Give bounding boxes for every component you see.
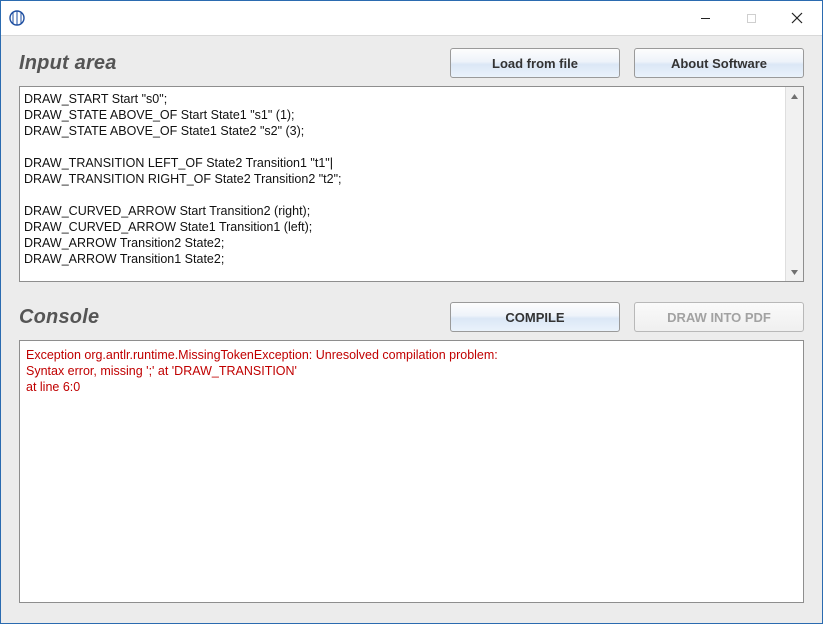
console-header: Console COMPILE DRAW INTO PDF	[19, 302, 804, 332]
console-title: Console	[19, 306, 99, 329]
scroll-up-icon[interactable]	[786, 87, 803, 105]
minimize-button[interactable]	[682, 3, 728, 33]
input-scrollbar[interactable]	[785, 87, 803, 281]
console-header-buttons: COMPILE DRAW INTO PDF	[450, 302, 804, 332]
console-output: Exception org.antlr.runtime.MissingToken…	[19, 340, 804, 603]
scroll-track[interactable]	[786, 105, 803, 263]
input-header-buttons: Load from file About Software	[450, 48, 804, 78]
input-textarea[interactable]: DRAW_START Start "s0"; DRAW_STATE ABOVE_…	[20, 87, 785, 281]
close-button[interactable]	[774, 3, 820, 33]
window-controls	[682, 3, 820, 33]
input-title: Input area	[19, 52, 117, 75]
draw-into-pdf-button: DRAW INTO PDF	[634, 302, 804, 332]
app-window: Input area Load from file About Software…	[0, 0, 823, 624]
input-header: Input area Load from file About Software	[19, 48, 804, 78]
maximize-button[interactable]	[728, 3, 774, 33]
load-from-file-button[interactable]: Load from file	[450, 48, 620, 78]
app-icon	[9, 10, 25, 26]
client-area: Input area Load from file About Software…	[1, 35, 822, 623]
compile-button[interactable]: COMPILE	[450, 302, 620, 332]
titlebar	[1, 1, 822, 35]
about-software-button[interactable]: About Software	[634, 48, 804, 78]
scroll-down-icon[interactable]	[786, 263, 803, 281]
input-textarea-wrap: DRAW_START Start "s0"; DRAW_STATE ABOVE_…	[19, 86, 804, 282]
